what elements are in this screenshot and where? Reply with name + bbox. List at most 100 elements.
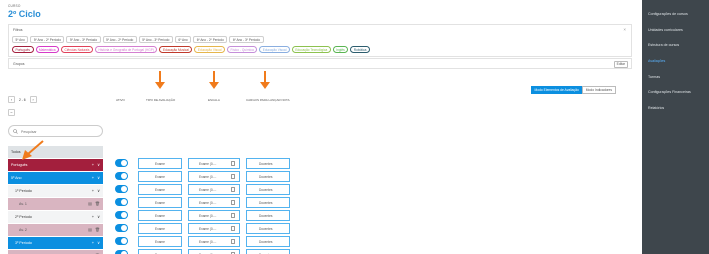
scale-select[interactable]: Exame (0-... <box>188 222 240 234</box>
scale-select[interactable]: Exame (0-... <box>188 209 240 221</box>
chevron-down-icon[interactable]: ∨ <box>97 214 100 219</box>
scale-select[interactable]: Exame (0-... <box>188 196 240 208</box>
scale-value: Exame (0-... <box>199 187 217 192</box>
next-page-button[interactable]: › <box>29 96 37 103</box>
subject-filter-chip[interactable]: Educação Musical <box>159 46 193 53</box>
tree-row[interactable]: 5º Ano + ∨ <box>8 171 103 185</box>
mode-evaluation-elements-button[interactable]: Modo Elementos de Avaliação <box>531 86 583 94</box>
year-filter-chip[interactable]: 6º Ano - 2º Período <box>193 36 228 43</box>
year-filter-chip[interactable]: 6º Ano <box>174 36 192 43</box>
add-icon[interactable]: + <box>92 188 94 193</box>
annotation-arrow-icon <box>209 71 219 89</box>
roles-field[interactable]: Docentes <box>246 183 290 195</box>
tree-row[interactable]: 3º Período + ∨ <box>8 236 103 250</box>
sidebar-item[interactable]: Configurações Financeiras <box>642 85 709 101</box>
roles-field[interactable]: Docentes <box>246 248 290 254</box>
chevron-down-icon[interactable]: ∨ <box>97 240 100 245</box>
active-toggle[interactable] <box>115 184 128 193</box>
scale-select[interactable]: Exame (0-... <box>188 235 240 247</box>
search-input[interactable] <box>21 128 101 135</box>
year-filter-chip[interactable]: 5º Ano - 2º Período <box>102 36 137 43</box>
evaluation-type-field[interactable]: Exame <box>138 196 182 208</box>
annotation-arrow-icon <box>155 71 165 89</box>
tree-row-label: 5º Ano <box>11 175 22 180</box>
tree-row[interactable]: Av. 2 ▤ 🗑 <box>8 223 103 237</box>
subject-filter-chip[interactable]: Ciências Naturais <box>61 46 93 53</box>
active-toggle[interactable] <box>115 171 128 180</box>
subject-filter-chip[interactable]: Físico - Química <box>227 46 258 53</box>
collapse-button[interactable]: − <box>8 109 15 116</box>
roles-field[interactable]: Docentes <box>246 196 290 208</box>
evaluation-type-field[interactable]: Exame <box>138 157 182 169</box>
sidebar-item[interactable]: Configurações de cursos <box>642 7 709 23</box>
active-toggle[interactable] <box>115 158 128 167</box>
tree-row[interactable]: 2º Período + ∨ <box>8 210 103 224</box>
mode-indicators-button[interactable]: Modo Indicadores <box>582 86 616 94</box>
roles-field[interactable]: Docentes <box>246 170 290 182</box>
subject-filter-chip[interactable]: Inglês <box>332 46 349 53</box>
add-icon[interactable]: + <box>92 162 94 167</box>
subject-filter-chip[interactable]: Educação Visual <box>194 46 226 53</box>
year-filter-chip[interactable]: 6º Ano - 3º Período <box>229 36 264 43</box>
tree-row[interactable]: 1º Período + ∨ <box>8 184 103 198</box>
evaluation-type-field[interactable]: Exame <box>138 222 182 234</box>
edit-icon[interactable]: ▤ <box>88 227 92 232</box>
tree-list: Todos Português + ∨ 5º Ano + ∨ 1º Período + ∨ Av. … <box>8 146 103 254</box>
roles-field[interactable]: Docentes <box>246 209 290 221</box>
roles-field[interactable]: Docentes <box>246 222 290 234</box>
edit-icon[interactable]: ▤ <box>88 201 92 206</box>
active-toggle[interactable] <box>115 249 128 254</box>
add-icon[interactable]: + <box>92 175 94 180</box>
subject-filter-chip[interactable]: Português <box>12 46 34 53</box>
subject-filter-chip[interactable]: Matemática <box>35 46 60 53</box>
chevron-down-icon[interactable]: ∨ <box>97 162 100 167</box>
chevron-down-icon[interactable]: ∨ <box>97 175 100 180</box>
evaluation-type-field[interactable]: Exame <box>138 235 182 247</box>
group-bar: Grupos Editar <box>8 58 632 69</box>
active-toggle[interactable] <box>115 236 128 245</box>
scale-select[interactable]: Exame (0-... <box>188 248 240 254</box>
edit-button[interactable]: Editar <box>613 61 628 68</box>
course-label: CURSO <box>8 4 21 8</box>
add-icon[interactable]: + <box>92 240 94 245</box>
active-toggle[interactable] <box>115 210 128 219</box>
trash-icon[interactable]: 🗑 <box>95 227 100 232</box>
scale-select[interactable]: Exame (0-... <box>188 157 240 169</box>
tree-row-actions: + ∨ <box>89 237 100 249</box>
subject-filter-chip[interactable]: História e Geografia de Portugal (HGP) <box>95 46 158 53</box>
close-icon[interactable]: × <box>623 27 626 32</box>
tree-row[interactable]: Av. 3▤🗑 <box>8 249 103 254</box>
prev-page-button[interactable]: ‹ <box>8 96 15 103</box>
roles-field[interactable]: Docentes <box>246 235 290 247</box>
sidebar-item[interactable]: Avaliações <box>642 54 709 70</box>
chevron-down-icon[interactable]: ∨ <box>97 188 100 193</box>
scale-select[interactable]: Exame (0-... <box>188 183 240 195</box>
sidebar-item[interactable]: Unidades curriculares <box>642 23 709 39</box>
scale-select[interactable]: Exame (0-... <box>188 170 240 182</box>
year-filter-chip[interactable]: 5º Ano - 2º Período <box>30 36 65 43</box>
sidebar-item[interactable]: Estrutura de cursos <box>642 38 709 54</box>
subject-filter-chip[interactable]: Educação Tecnológica <box>291 46 331 53</box>
subject-filter-chip[interactable]: Educação Visual <box>259 46 290 53</box>
add-icon[interactable]: + <box>92 214 94 219</box>
evaluation-type-field[interactable]: Exame <box>138 209 182 221</box>
tree-row-actions: ▤🗑 <box>85 224 100 236</box>
year-filter-chip[interactable]: 5º Ano <box>12 36 29 43</box>
year-filter-chip[interactable]: 5º Ano - 3º Período <box>66 36 101 43</box>
filter-title: Filtros <box>13 28 23 32</box>
trash-icon[interactable]: 🗑 <box>95 201 100 206</box>
main-content: CURSO 2º Ciclo Filtros × 5º Ano 5º Ano - … <box>0 0 642 254</box>
year-filter-chip[interactable]: 5º Ano - 3º Período <box>138 36 173 43</box>
sidebar-item[interactable]: Turmas <box>642 70 709 86</box>
subject-filter-chip[interactable]: Robótica <box>350 46 370 53</box>
evaluation-type-field[interactable]: Exame <box>138 170 182 182</box>
tree-row-actions: ▤🗑 <box>85 250 100 254</box>
active-toggle[interactable] <box>115 223 128 232</box>
sidebar-item[interactable]: Relatórios <box>642 101 709 117</box>
active-toggle[interactable] <box>115 197 128 206</box>
roles-field[interactable]: Docentes <box>246 157 290 169</box>
evaluation-type-field[interactable]: Exame <box>138 183 182 195</box>
tree-row[interactable]: Av. 1 ▤ 🗑 <box>8 197 103 211</box>
evaluation-type-field[interactable]: Exame <box>138 248 182 254</box>
select-handle-icon <box>231 200 235 205</box>
